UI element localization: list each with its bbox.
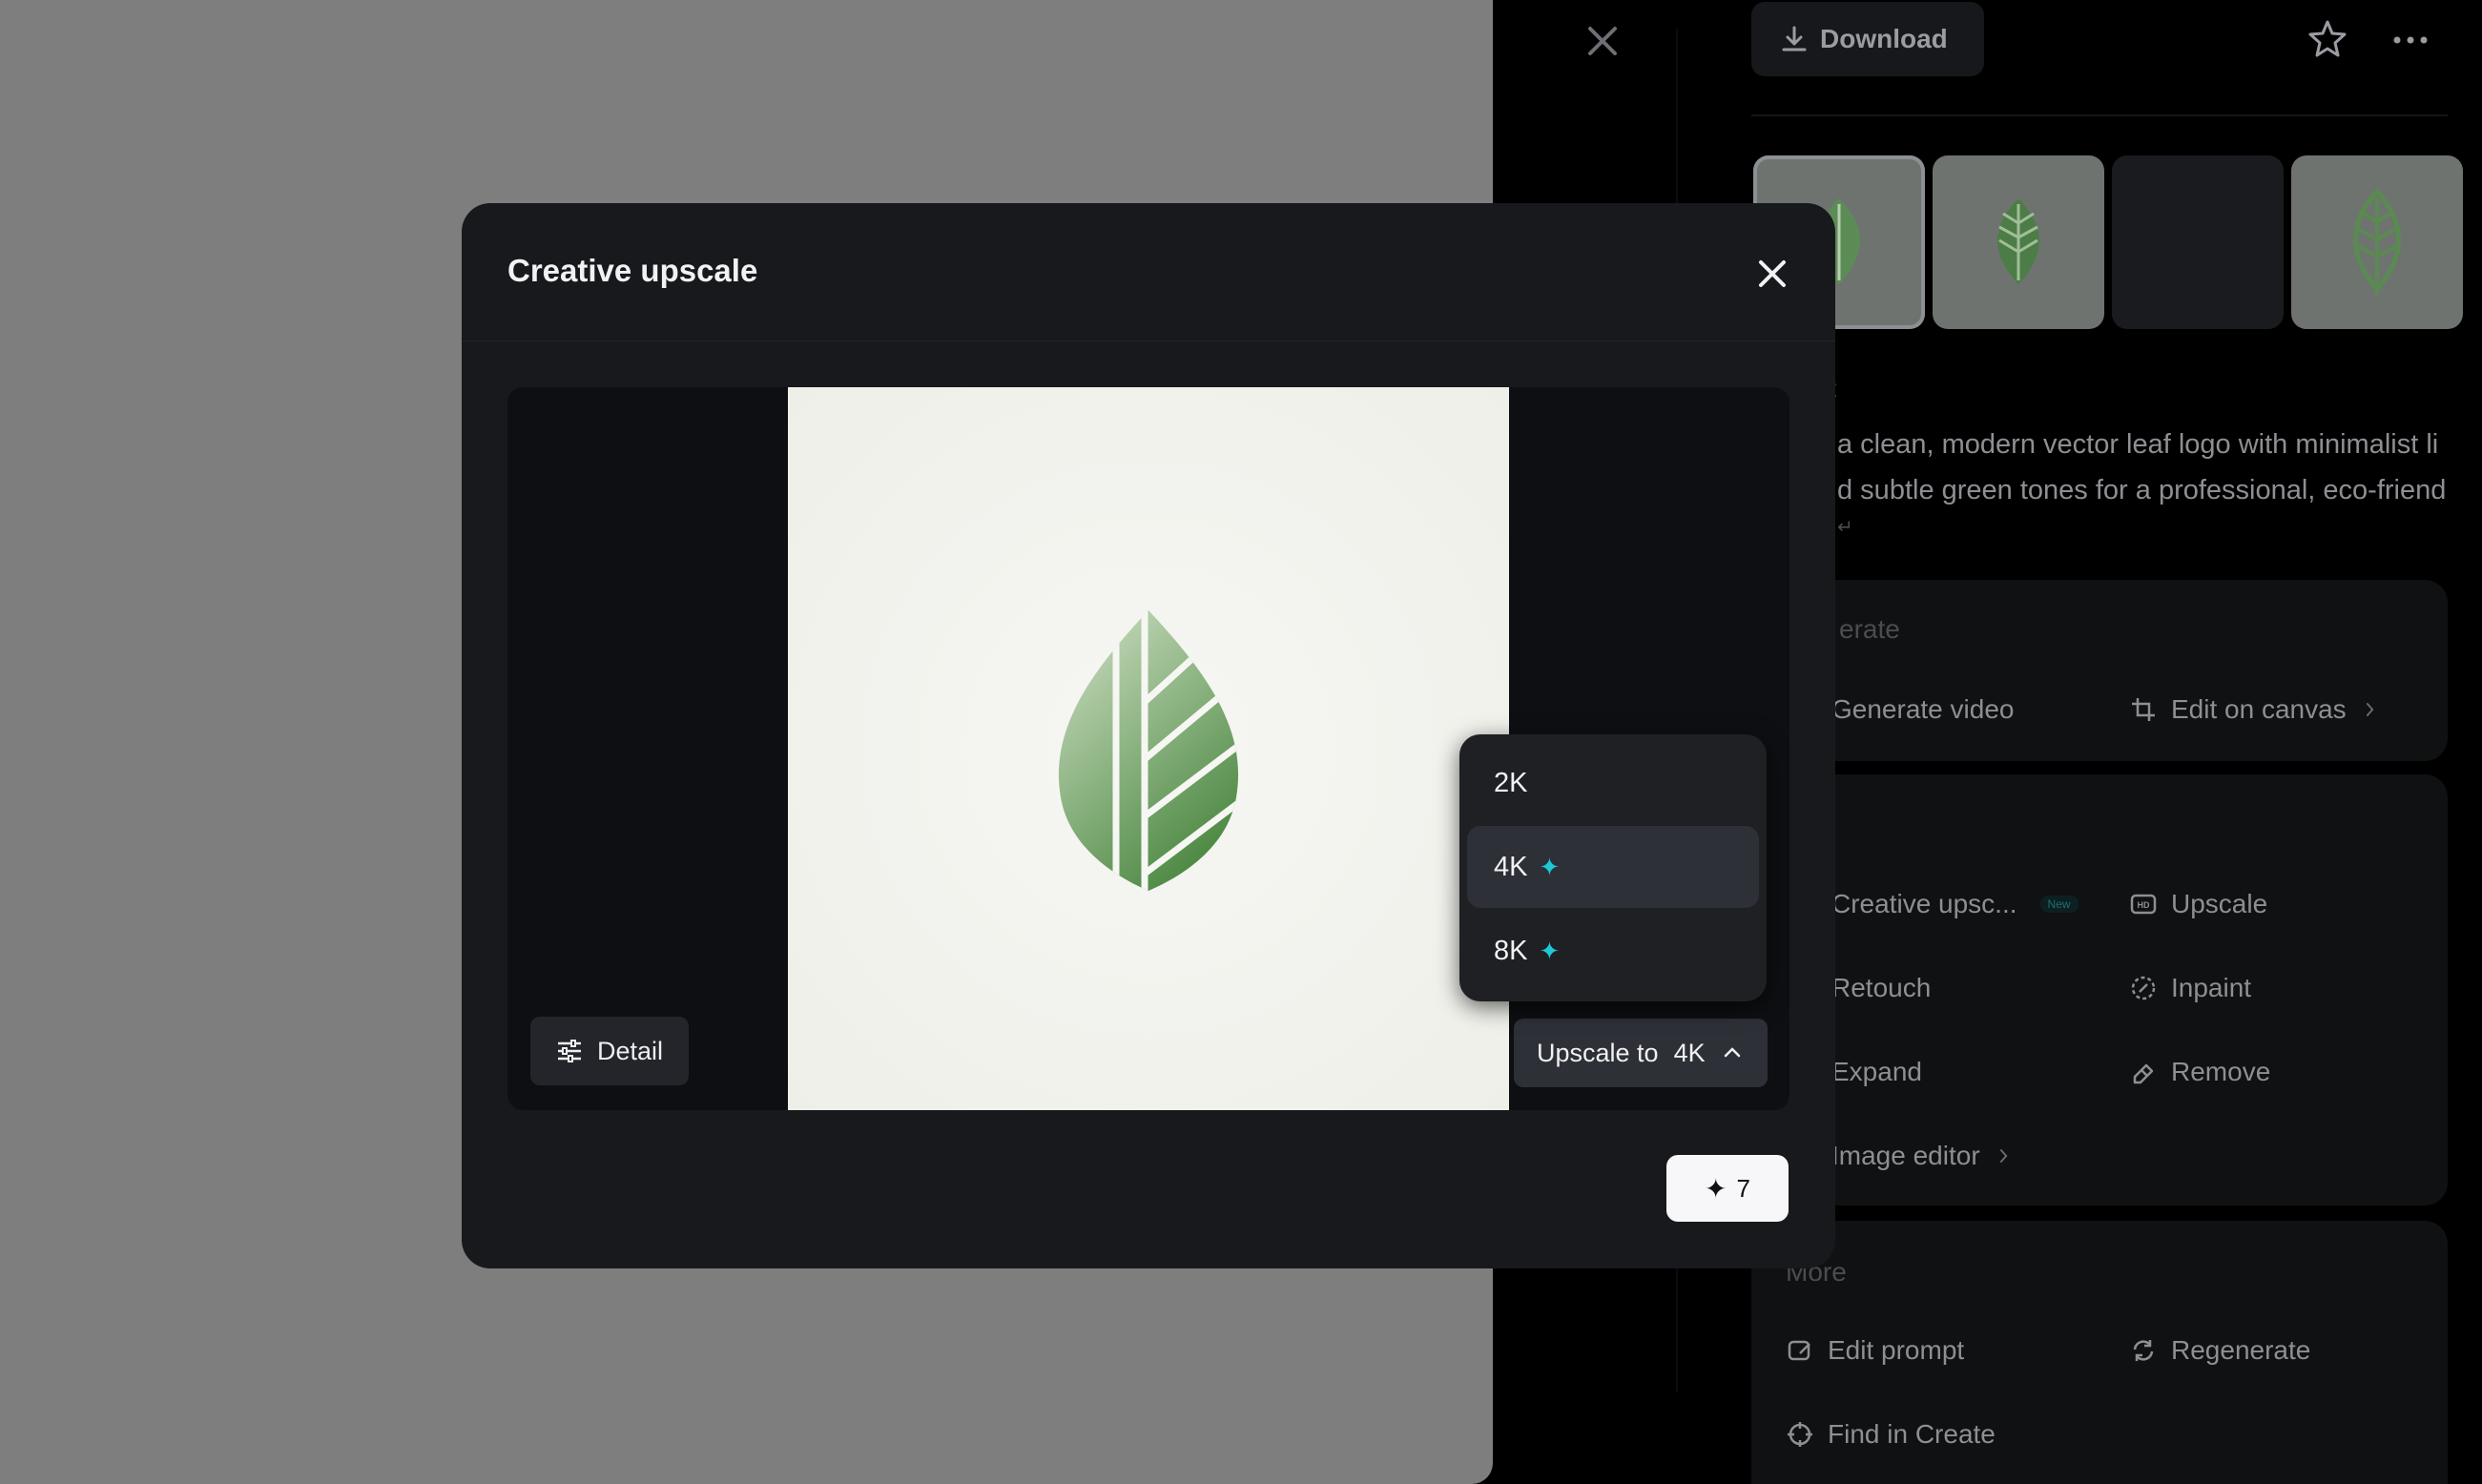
download-label: Download: [1820, 24, 1948, 53]
detail-label: Detail: [597, 1036, 664, 1065]
eraser-icon: [2133, 1063, 2154, 1084]
chevron-up-icon: [1724, 1047, 1740, 1058]
chevron-right-icon: [2366, 702, 2374, 717]
hd-icon: HD: [2130, 894, 2157, 915]
svg-text:HD: HD: [2138, 900, 2150, 910]
find-in-create-label: Find in Create: [1828, 1419, 1996, 1449]
regenerate-label: Regenerate: [2171, 1335, 2311, 1365]
upscale-label: Upscale: [2171, 889, 2268, 918]
close-icon: [1759, 260, 1786, 287]
new-badge: New: [2039, 896, 2079, 913]
resolution-option-label: 2K: [1494, 767, 1528, 798]
find-in-create-button[interactable]: Find in Create: [1786, 1419, 1996, 1450]
remove-label: Remove: [2171, 1057, 2271, 1086]
preview-image: [788, 387, 1509, 1110]
download-button[interactable]: Download: [1751, 2, 1984, 76]
leaf-thumbnail-image: [1997, 198, 2039, 284]
edit-prompt-label: Edit prompt: [1828, 1335, 1965, 1365]
leaf-thumbnail-image: [2353, 188, 2401, 295]
variant-thumbnail[interactable]: [1933, 155, 2104, 329]
upscale-prefix-label: Upscale to: [1537, 1038, 1659, 1067]
more-card: More Edit prompt Regenerate Find in Crea…: [1751, 1221, 2448, 1484]
spark-icon: ✦: [1705, 1173, 1727, 1204]
crop-icon: [2132, 698, 2155, 721]
edit-prompt-icon: [1788, 1340, 1810, 1361]
close-icon: [1588, 27, 1617, 55]
variant-thumbnail[interactable]: [2112, 155, 2284, 329]
resolution-menu: 2K 4K ✦ 8K ✦: [1459, 734, 1767, 1001]
more-dots-icon: [2393, 36, 2428, 44]
resolution-option-8k[interactable]: 8K ✦: [1467, 910, 1759, 992]
edit-card: Creative upsc... New HD Upscale Retouch …: [1751, 774, 2448, 1206]
resolution-option-label: 4K: [1494, 851, 1528, 882]
generate-section-title: erate: [1839, 614, 1900, 644]
image-editor-button[interactable]: Image editor: [1831, 1141, 2015, 1171]
edit-prompt-button[interactable]: Edit prompt: [1786, 1335, 1964, 1366]
upscale-generate-button[interactable]: ✦ 7: [1666, 1155, 1789, 1222]
generate-video-button[interactable]: Generate video: [1831, 694, 2014, 725]
modal-title: Creative upscale: [507, 253, 758, 288]
upscale-value-label: 4K: [1673, 1038, 1706, 1067]
star-icon: [2308, 20, 2347, 57]
upscale-button[interactable]: HD Upscale: [2129, 889, 2267, 919]
more-options-button[interactable]: [2389, 21, 2431, 59]
target-icon: [1788, 1422, 1812, 1447]
leaf-logo-image: [1058, 610, 1239, 891]
credit-cost: 7: [1736, 1173, 1750, 1203]
upscale-resolution-dropdown[interactable]: Upscale to 4K: [1514, 1019, 1768, 1087]
prompt-text-line: d subtle green tones for a professional,…: [1837, 475, 2447, 505]
variant-thumbnail[interactable]: [2291, 155, 2463, 329]
header-divider: [1751, 114, 2448, 116]
resolution-option-label: 8K: [1494, 935, 1528, 966]
creative-upscale-modal: Creative upscale Detail Upscale to 4K 2K…: [462, 203, 1835, 1268]
creative-upscale-label: Creative upsc...: [1831, 889, 2017, 918]
resolution-option-4k[interactable]: 4K ✦: [1467, 826, 1759, 908]
prompt-text-line: ↵: [1837, 517, 1853, 538]
inpaint-label: Inpaint: [2171, 973, 2252, 1002]
spark-icon: ✦: [1539, 936, 1561, 965]
generate-card: erate Generate video Edit on canvas: [1751, 580, 2448, 761]
regenerate-icon: [2133, 1340, 2154, 1361]
favorite-button[interactable]: [2306, 17, 2348, 59]
download-icon: [1782, 26, 1807, 52]
image-editor-label: Image editor: [1831, 1141, 1980, 1170]
edit-on-canvas-label: Edit on canvas: [2171, 694, 2347, 724]
regenerate-button[interactable]: Regenerate: [2129, 1335, 2310, 1366]
remove-button[interactable]: Remove: [2129, 1057, 2270, 1087]
inpaint-icon: [2131, 976, 2156, 1000]
resolution-option-2k[interactable]: 2K: [1467, 742, 1759, 824]
expand-label: Expand: [1831, 1057, 1922, 1086]
sliders-icon: [558, 1040, 581, 1062]
expand-button[interactable]: Expand: [1831, 1057, 1922, 1087]
edit-on-canvas-button[interactable]: Edit on canvas: [2129, 694, 2381, 725]
modal-header-divider: [462, 340, 1835, 341]
inpaint-button[interactable]: Inpaint: [2129, 973, 2251, 1003]
spark-icon: ✦: [1539, 852, 1561, 881]
retouch-button[interactable]: Retouch: [1831, 973, 1931, 1003]
creative-upscale-button[interactable]: Creative upsc... New: [1831, 889, 2079, 919]
modal-close-button[interactable]: [1749, 251, 1795, 297]
viewer-close-button[interactable]: [1579, 17, 1626, 65]
detail-button[interactable]: Detail: [530, 1017, 689, 1085]
retouch-label: Retouch: [1831, 973, 1932, 1002]
chevron-right-icon: [1999, 1148, 2008, 1164]
prompt-text-line: a clean, modern vector leaf logo with mi…: [1837, 429, 2439, 460]
generate-video-label: Generate video: [1831, 694, 2015, 724]
